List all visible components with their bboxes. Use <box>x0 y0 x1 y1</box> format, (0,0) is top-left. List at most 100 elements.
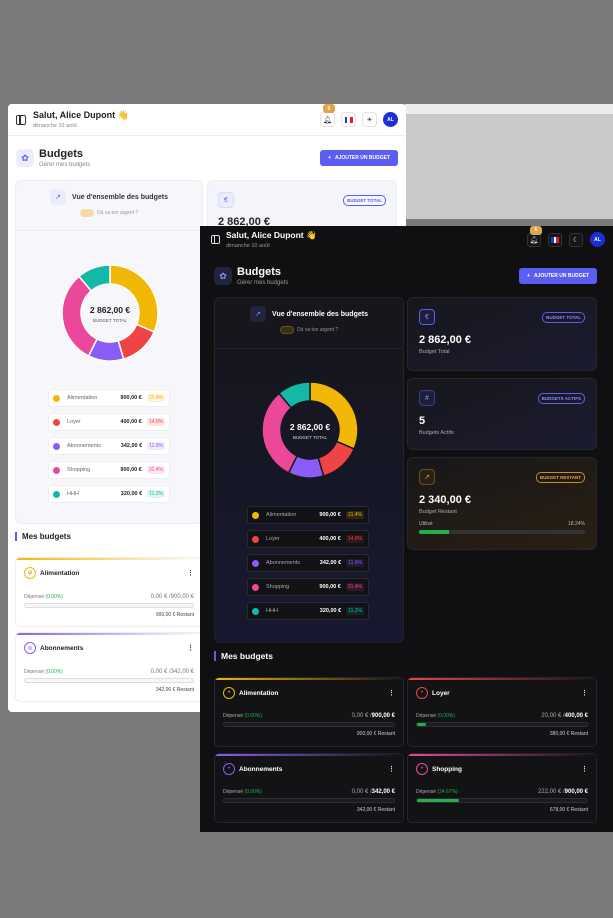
notification-badge: 6 <box>323 104 335 113</box>
notifications-button[interactable]: 6 🔔︎ <box>320 104 335 127</box>
budget-card-loyer[interactable]: • Loyer ⋮ Dépensé (0.00%) 20,00 € / 400,00 €… <box>407 677 597 747</box>
spent-percent: (0.00%) <box>45 669 63 675</box>
trend-up-icon: ↗ <box>250 306 267 322</box>
donut-center-label: BUDGET TOTAL <box>293 435 327 440</box>
background-strip-top <box>405 104 613 114</box>
coin-icon <box>79 209 94 217</box>
more-vertical-icon[interactable]: ⋮ <box>187 569 194 577</box>
utensils-icon: • <box>223 687 235 699</box>
legend-item-alimentation[interactable]: Alimentation 900,00 € 31.4% <box>247 506 369 524</box>
remaining-amount: 900,00 € Restant <box>155 612 194 618</box>
bell-icon: 🔔︎ <box>323 116 332 124</box>
background-strip <box>405 104 613 219</box>
legend-item-shopping[interactable]: Shopping 900,00 € 31.4% <box>48 461 170 479</box>
used-label: Utilisé <box>419 521 433 527</box>
usage-progress-bar <box>419 530 585 534</box>
avatar[interactable]: AL <box>383 112 398 127</box>
plus-icon: + <box>328 155 331 161</box>
add-budget-button[interactable]: + AJOUTER UN BUDGET <box>519 268 597 284</box>
theme-toggle-button[interactable]: ☾ <box>569 232 583 247</box>
donut-slice-loyer[interactable] <box>117 323 156 360</box>
legend-amount: 320,00 € <box>120 491 143 497</box>
legend-amount: 342,00 € <box>120 443 143 449</box>
budget-card-shopping[interactable]: • Shopping ⋮ Dépensé (24.67%) 222,00 € / 900… <box>407 753 597 823</box>
donut-slice-loyer[interactable] <box>317 440 356 477</box>
legend-label: HHH <box>67 491 79 497</box>
remaining-amount: 380,00 € Restant <box>549 731 588 737</box>
language-button[interactable] <box>341 112 356 127</box>
more-vertical-icon[interactable]: ⋮ <box>581 689 588 697</box>
legend-item-loyer[interactable]: Loyer 400,00 € 14.0% <box>48 413 170 431</box>
stat-card-total: € BUDGET TOTAL 2 862,00 € Budget Total <box>407 297 597 371</box>
legend-percent: 31.4% <box>345 583 364 591</box>
avatar[interactable]: AL <box>590 232 605 247</box>
euro-icon: € <box>419 309 435 325</box>
add-budget-button[interactable]: + AJOUTER UN BUDGET <box>320 150 398 166</box>
page-subtitle: Gérer mes budgets <box>39 162 91 168</box>
more-vertical-icon[interactable]: ⋮ <box>581 765 588 773</box>
legend-item-loyer[interactable]: Loyer 400,00 € 14.0% <box>247 530 369 548</box>
date: dimanche 10 août <box>33 123 77 129</box>
legend-percent: 14.0% <box>345 535 364 543</box>
page-subtitle: Gérer mes budgets <box>237 280 289 286</box>
overview-card: ↗ Vue d'ensemble des budgets Où va ton a… <box>15 180 203 524</box>
legend-item-hhh[interactable]: HHH 320,00 € 11.2% <box>247 602 369 620</box>
page-header: ✿ Budgets Gérer mes budgets + AJOUTER UN … <box>200 253 613 286</box>
spent-percent: (0.00%) <box>45 594 63 600</box>
budget-amount: 342,00 € <box>170 669 194 675</box>
notifications-button[interactable]: 6 🔔︎ <box>527 226 542 247</box>
progress-bar <box>223 798 395 803</box>
total-badge: BUDGET TOTAL <box>343 194 386 206</box>
legend-item-alimentation[interactable]: Alimentation 900,00 € 31.4% <box>48 389 170 407</box>
legend-label: Alimentation <box>266 512 297 518</box>
page-header: ✿ Budgets Gérer mes budgets + AJOUTER UN … <box>8 136 406 168</box>
legend-item-shopping[interactable]: Shopping 900,00 € 31.4% <box>247 578 369 596</box>
active-badge: BUDGETS ACTIFS <box>537 392 585 404</box>
sidebar-toggle-icon[interactable] <box>16 114 26 125</box>
theme-toggle-button[interactable]: ☀ <box>362 112 377 127</box>
active-label: Budgets Actifs <box>419 430 454 436</box>
budget-card-alimentation[interactable]: ψ Alimentation ⋮ Dépensé (0.00%) 0,00 € … <box>15 557 203 627</box>
remaining-amount: 678,00 € Restant <box>549 807 588 813</box>
plus-icon: + <box>527 273 530 279</box>
spent-label: Dépensé <box>223 789 244 795</box>
budget-card-alimentation[interactable]: • Alimentation ⋮ Dépensé (0.00%) 0,00 € / 90… <box>214 677 404 747</box>
legend-amount: 320,00 € <box>319 608 342 614</box>
hash-icon: # <box>419 390 435 406</box>
legend-item-abonnements[interactable]: Abonnements 342,00 € 11.9% <box>48 437 170 455</box>
trend-up-icon: ↗ <box>419 469 435 485</box>
legend-item-abonnements[interactable]: Abonnements 342,00 € 11.9% <box>247 554 369 572</box>
budget-name: Alimentation <box>239 689 279 697</box>
legend-label: Shopping <box>266 584 290 590</box>
wifi-icon: ≋ <box>24 642 36 654</box>
more-vertical-icon[interactable]: ⋮ <box>187 644 194 652</box>
category-legend: Alimentation 900,00 € 31.4% Loyer 400,00 € 14… <box>48 389 170 509</box>
legend-dot <box>53 442 60 450</box>
page-title: Budgets <box>39 148 83 160</box>
remaining-value: 2 340,00 € <box>419 494 471 506</box>
legend-dot <box>252 511 259 519</box>
euro-icon: € <box>218 192 234 208</box>
budget-amount: 900,00 € <box>371 713 395 719</box>
spent-amount: 0,00 € / <box>150 594 171 600</box>
remaining-amount: 900,00 € Restant <box>356 731 395 737</box>
stat-card-active: # BUDGETS ACTIFS 5 Budgets Actifs <box>407 378 597 450</box>
legend-percent: 31.4% <box>146 394 165 402</box>
legend-amount: 400,00 € <box>319 536 341 542</box>
cart-icon: • <box>416 763 428 775</box>
legend-amount: 900,00 € <box>319 512 341 518</box>
home-icon: • <box>416 687 428 699</box>
legend-label: Abonnements <box>266 560 300 566</box>
legend-label: Loyer <box>67 419 81 425</box>
total-value: 2 862,00 € <box>419 334 471 346</box>
language-button[interactable] <box>548 232 562 247</box>
budget-card-abonnements[interactable]: • Abonnements ⋮ Dépensé (0.00%) 0,00 € / 342… <box>214 753 404 823</box>
bell-icon: 🔔︎ <box>529 236 539 244</box>
sidebar-toggle-icon[interactable] <box>211 235 220 244</box>
progress-fill <box>417 723 426 726</box>
more-vertical-icon[interactable]: ⋮ <box>388 765 395 773</box>
budget-card-abonnements[interactable]: ≋ Abonnements ⋮ Dépensé (0.00%) 0,00 € /… <box>15 632 203 702</box>
category-legend: Alimentation 900,00 € 31.4% Loyer 400,00 € 14… <box>247 506 369 626</box>
legend-item-hhh[interactable]: HHH 320,00 € 11.2% <box>48 485 170 503</box>
more-vertical-icon[interactable]: ⋮ <box>388 689 395 697</box>
